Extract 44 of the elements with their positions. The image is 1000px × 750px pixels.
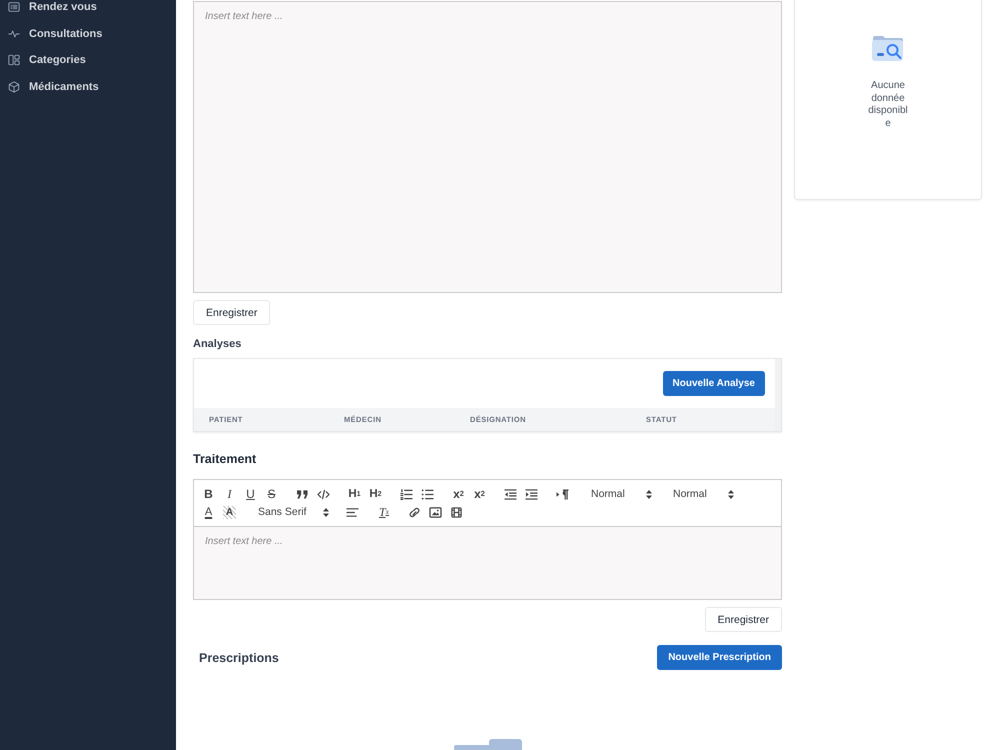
- bold-button[interactable]: B: [198, 485, 219, 503]
- align-left-icon[interactable]: [346, 506, 360, 518]
- text-editor[interactable]: Insert text here ...: [193, 527, 782, 600]
- dropdown[interactable]: Normal: [583, 485, 655, 503]
- link-icon[interactable]: [408, 506, 422, 518]
- script-button[interactable]: x$^{2}$: [469, 485, 490, 503]
- cube-icon: [8, 80, 20, 92]
- highlight-button[interactable]: A: [223, 506, 236, 518]
- list-icon: [8, 1, 20, 13]
- layout-icon: [8, 54, 20, 66]
- updown-caret-icon: [323, 508, 330, 516]
- new-analysis-button[interactable]: Nouvelle Analyse: [662, 371, 765, 396]
- text-editor[interactable]: Insert text here ...: [193, 1, 782, 293]
- quote-icon[interactable]: [296, 488, 309, 500]
- updown-caret-icon: [646, 490, 652, 498]
- section-title: Analyses: [193, 337, 242, 351]
- underline-button[interactable]: U: [240, 485, 261, 503]
- outdent-icon[interactable]: [504, 488, 517, 500]
- bullet-list-icon[interactable]: [421, 488, 434, 500]
- text-color-button[interactable]: A: [198, 503, 219, 521]
- italic-button[interactable]: I: [219, 485, 240, 503]
- save-button[interactable]: Enregistrer: [193, 300, 270, 325]
- strikethrough-button[interactable]: S: [261, 485, 282, 503]
- section-title: Traitement: [193, 451, 256, 467]
- dropdown[interactable]: Sans Serif: [250, 503, 332, 521]
- sidebar-item[interactable]: Consultations: [8, 26, 102, 40]
- section-title: Prescriptions: [199, 650, 279, 666]
- folder-icon: [454, 738, 522, 750]
- film-icon[interactable]: [450, 506, 464, 518]
- code-icon[interactable]: [317, 488, 330, 500]
- folder-search-icon: [871, 33, 905, 63]
- empty-message: Aucune donnée disponible: [868, 80, 908, 130]
- numbered-list-icon[interactable]: [400, 488, 413, 500]
- pulse-icon: [8, 28, 20, 40]
- sidebar-item[interactable]: Categories: [8, 53, 86, 67]
- pilcrow-icon[interactable]: [556, 488, 569, 500]
- new-prescription-button[interactable]: Nouvelle Prescription: [657, 645, 782, 670]
- sidebar-item[interactable]: Rendez vous: [8, 0, 97, 14]
- image-icon[interactable]: [429, 506, 442, 518]
- sidebar-item[interactable]: Médicaments: [8, 80, 99, 94]
- save-button[interactable]: Enregistrer: [704, 607, 782, 632]
- dropdown[interactable]: Normal: [665, 485, 737, 503]
- indent-icon[interactable]: [525, 488, 538, 500]
- updown-caret-icon: [728, 490, 734, 498]
